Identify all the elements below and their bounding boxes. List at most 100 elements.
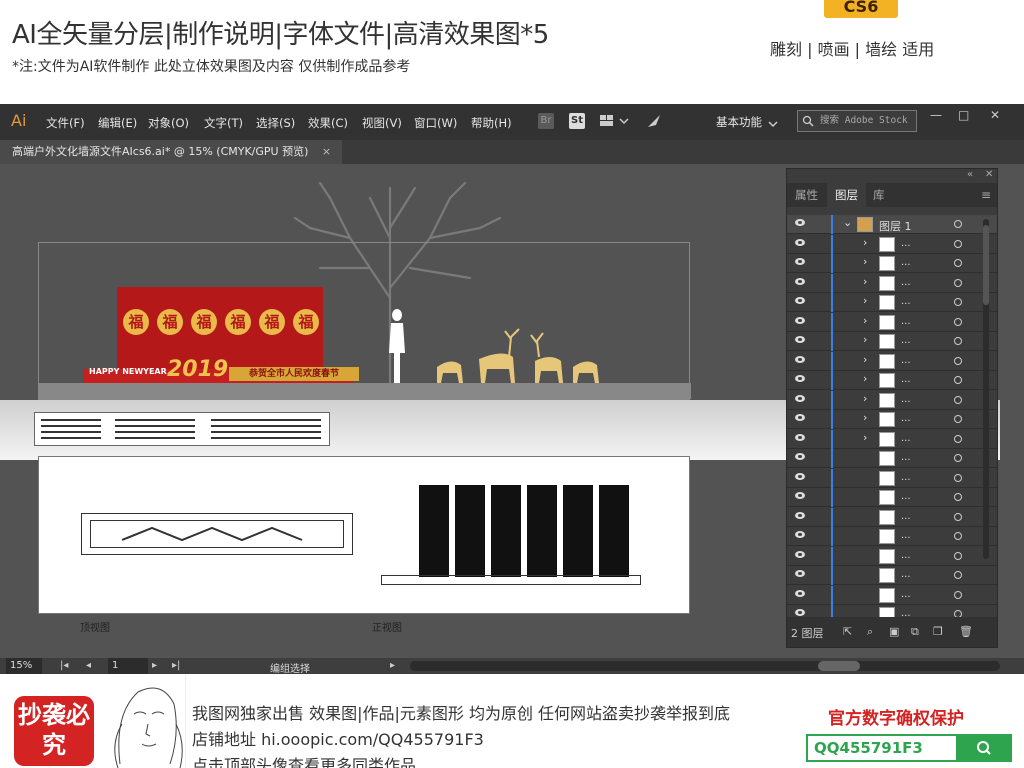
export-icon[interactable]: ⇱ — [843, 625, 852, 638]
expand-chevron-icon[interactable]: › — [863, 333, 867, 346]
sublayer-row[interactable]: ›... — [787, 332, 997, 351]
visibility-eye-icon[interactable] — [795, 550, 805, 558]
visibility-eye-icon[interactable] — [795, 355, 805, 363]
visibility-eye-icon[interactable] — [795, 453, 805, 460]
sublayer-name[interactable]: ... — [901, 452, 911, 463]
target-circle-icon[interactable] — [954, 493, 962, 501]
horizontal-scrollbar[interactable] — [410, 661, 1000, 671]
collapse-panel-icon[interactable]: « — [967, 169, 973, 180]
last-artboard-icon[interactable]: ▸| — [172, 660, 180, 671]
sublayer-row[interactable]: ›... — [787, 254, 997, 273]
menu-window[interactable]: 窗口(W) — [414, 115, 457, 131]
sublayer-name[interactable]: ... — [901, 413, 911, 424]
sublayer-name[interactable]: ... — [901, 296, 911, 307]
tab-properties[interactable]: 属性 — [795, 187, 818, 203]
adobe-stock-search[interactable]: 搜索 Adobe Stock — [797, 110, 917, 132]
sublayer-row[interactable]: ›... — [787, 312, 997, 332]
arrange-documents-icon[interactable] — [600, 113, 630, 132]
sublayer-row[interactable]: ... — [787, 585, 997, 605]
close-window-button[interactable]: ✕ — [990, 108, 1000, 122]
menu-view[interactable]: 视图(V) — [362, 115, 402, 131]
target-circle-icon[interactable] — [954, 434, 962, 443]
visibility-eye-icon[interactable] — [795, 609, 805, 616]
target-circle-icon[interactable] — [954, 317, 962, 326]
sublayer-row[interactable]: ›... — [787, 351, 997, 371]
panel-menu-icon[interactable]: ≡ — [981, 188, 991, 202]
expand-chevron-icon[interactable]: › — [863, 294, 867, 307]
artboard-field[interactable]: 1 — [108, 658, 148, 674]
sublayer-name[interactable]: ... — [901, 491, 911, 502]
sublayer-row[interactable]: ... — [787, 468, 997, 488]
expand-chevron-icon[interactable]: › — [863, 236, 867, 249]
expand-chevron-icon[interactable]: › — [863, 372, 867, 385]
sublayer-name[interactable]: ... — [901, 374, 911, 385]
sublayer-row[interactable]: ... — [787, 546, 997, 566]
visibility-eye-icon[interactable] — [795, 297, 805, 304]
visibility-eye-icon[interactable] — [795, 472, 805, 480]
sublayer-name[interactable]: ... — [901, 511, 911, 522]
sublayer-row[interactable]: ... — [787, 527, 997, 546]
vertical-scrollbar[interactable] — [1004, 164, 1024, 658]
sublayer-name[interactable]: ... — [901, 238, 911, 249]
target-circle-icon[interactable] — [954, 473, 962, 482]
target-circle-icon[interactable] — [954, 356, 962, 365]
expand-chevron-icon[interactable]: › — [863, 353, 867, 366]
target-circle-icon[interactable] — [954, 220, 962, 228]
new-layer-icon[interactable]: ❐ — [933, 625, 943, 638]
target-circle-icon[interactable] — [954, 298, 962, 306]
sublayer-row[interactable]: ... — [787, 449, 997, 468]
sublayer-row[interactable]: ›... — [787, 390, 997, 410]
visibility-eye-icon[interactable] — [795, 219, 805, 226]
expand-chevron-icon[interactable]: › — [863, 431, 867, 444]
visibility-eye-icon[interactable] — [795, 277, 805, 285]
prev-artboard-icon[interactable]: ◂ — [86, 660, 91, 671]
menu-edit[interactable]: 编辑(E) — [98, 115, 137, 131]
layer-row-main[interactable]: ⌄ 图层 1 — [787, 215, 997, 234]
first-artboard-icon[interactable]: |◂ — [60, 660, 68, 671]
visibility-eye-icon[interactable] — [795, 394, 805, 402]
visibility-eye-icon[interactable] — [795, 238, 805, 246]
expand-chevron-icon[interactable]: › — [863, 255, 867, 268]
menu-select[interactable]: 选择(S) — [256, 115, 295, 131]
sublayer-row[interactable]: ›... — [787, 234, 997, 254]
expand-chevron-icon[interactable]: › — [863, 392, 867, 405]
sublayer-name[interactable]: ... — [901, 355, 911, 366]
sublayer-name[interactable]: ... — [901, 569, 911, 580]
sublayer-row[interactable]: ... — [787, 488, 997, 507]
gpu-performance-icon[interactable] — [646, 113, 662, 132]
menu-file[interactable]: 文件(F) — [46, 115, 85, 131]
sublayer-row[interactable]: ›... — [787, 273, 997, 293]
minimize-button[interactable]: — — [930, 108, 942, 122]
sublayer-name[interactable]: ... — [901, 316, 911, 327]
sublayer-row[interactable]: ›... — [787, 410, 997, 429]
visibility-eye-icon[interactable] — [795, 492, 805, 499]
sublayer-row[interactable]: ... — [787, 566, 997, 585]
target-circle-icon[interactable] — [954, 590, 962, 599]
locate-object-icon[interactable]: ⌕ — [867, 625, 873, 639]
target-circle-icon[interactable] — [954, 259, 962, 267]
sublayer-row[interactable]: ... — [787, 507, 997, 527]
expand-chevron-icon[interactable]: › — [863, 275, 867, 288]
target-circle-icon[interactable] — [954, 278, 962, 287]
menu-help[interactable]: 帮助(H) — [471, 115, 512, 131]
visibility-eye-icon[interactable] — [795, 336, 805, 343]
target-circle-icon[interactable] — [954, 512, 962, 521]
visibility-eye-icon[interactable] — [795, 433, 805, 441]
target-circle-icon[interactable] — [954, 239, 962, 248]
visibility-eye-icon[interactable] — [795, 511, 805, 519]
sublayer-row[interactable]: ›... — [787, 371, 997, 390]
visibility-eye-icon[interactable] — [795, 375, 805, 382]
layers-scrollbar[interactable] — [983, 219, 989, 559]
target-circle-icon[interactable] — [954, 532, 962, 540]
stock-button[interactable]: St — [569, 113, 585, 129]
menu-type[interactable]: 文字(T) — [204, 115, 243, 131]
target-circle-icon[interactable] — [954, 571, 962, 579]
menu-object[interactable]: 对象(O) — [148, 115, 189, 131]
sublayer-name[interactable]: ... — [901, 550, 911, 561]
target-circle-icon[interactable] — [954, 551, 962, 560]
sublayer-name[interactable]: ... — [901, 433, 911, 444]
target-circle-icon[interactable] — [954, 337, 962, 345]
target-circle-icon[interactable] — [954, 376, 962, 384]
sublayer-name[interactable]: ... — [901, 530, 911, 541]
document-tab-close[interactable]: × — [322, 145, 331, 158]
